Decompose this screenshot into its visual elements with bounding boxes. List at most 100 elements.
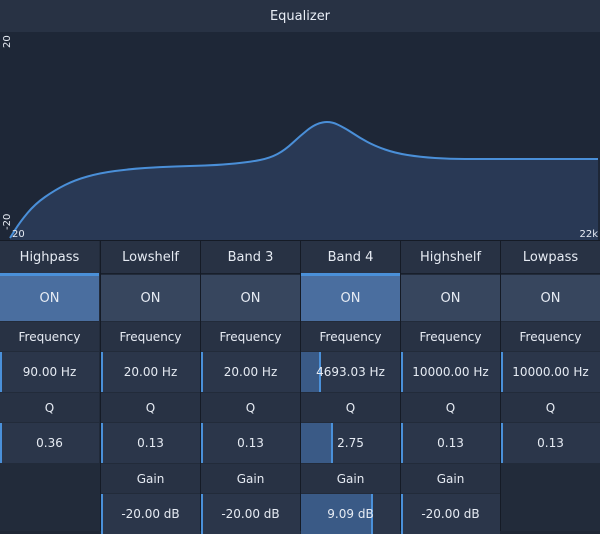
band-controls-grid: Highpass ON Frequency 90.00 Hz Q 0.36 Lowshelf…	[0, 241, 600, 534]
slider-handle[interactable]	[401, 494, 403, 534]
frequency-slider[interactable]: 20.00 Hz	[101, 352, 200, 392]
slider-handle[interactable]	[101, 352, 103, 392]
slider-value: -20.00 dB	[421, 507, 480, 521]
slider-handle[interactable]	[0, 423, 2, 463]
toggle-label: ON	[240, 290, 261, 306]
band-column: Band 3 ON Frequency 20.00 Hz Q 0.13 Gain -20.00…	[201, 241, 300, 534]
slider-value: 0.13	[137, 436, 164, 450]
band-name: Lowshelf	[101, 241, 200, 274]
slider-handle[interactable]	[331, 423, 333, 463]
slider-value: 10000.00 Hz	[512, 365, 589, 379]
x-min-label: 20	[12, 229, 25, 240]
frequency-label: Frequency	[501, 322, 600, 351]
slider-handle[interactable]	[501, 423, 503, 463]
window-title: Equalizer	[0, 0, 600, 33]
band-name: Lowpass	[501, 241, 600, 274]
column-divider	[400, 241, 401, 531]
column-divider	[500, 241, 501, 531]
slider-value: 9.09 dB	[327, 507, 374, 521]
band-name: Band 3	[201, 241, 300, 274]
frequency-slider[interactable]: 4693.03 Hz	[301, 352, 400, 392]
frequency-label: Frequency	[201, 322, 300, 351]
q-label: Q	[301, 393, 400, 422]
slider-handle[interactable]	[201, 352, 203, 392]
band-enable-toggle[interactable]: ON	[501, 275, 600, 321]
q-slider[interactable]: 0.36	[0, 423, 99, 463]
band-column: Band 4 ON Frequency 4693.03 Hz Q 2.75 Gain 9.09…	[301, 241, 400, 534]
empty-cell	[501, 464, 600, 493]
frequency-slider[interactable]: 10000.00 Hz	[401, 352, 500, 392]
empty-cell	[501, 494, 600, 531]
band-name: Highshelf	[401, 241, 500, 274]
slider-value: 0.13	[237, 436, 264, 450]
y-min-label: -20	[2, 213, 13, 230]
q-slider[interactable]: 0.13	[101, 423, 200, 463]
slider-value: -20.00 dB	[221, 507, 280, 521]
gain-slider[interactable]: -20.00 dB	[201, 494, 300, 534]
slider-value: 20.00 Hz	[223, 365, 278, 379]
band-enable-toggle[interactable]: ON	[301, 273, 400, 321]
slider-value: 0.13	[437, 436, 464, 450]
gain-label: Gain	[401, 464, 500, 493]
toggle-label: ON	[140, 290, 161, 306]
empty-cell	[0, 464, 99, 493]
frequency-slider[interactable]: 20.00 Hz	[201, 352, 300, 392]
q-slider[interactable]: 0.13	[401, 423, 500, 463]
toggle-label: ON	[340, 290, 361, 306]
q-slider[interactable]: 0.13	[501, 423, 600, 463]
slider-value: 90.00 Hz	[22, 365, 77, 379]
q-label: Q	[101, 393, 200, 422]
band-column: Lowpass ON Frequency 10000.00 Hz Q 0.13	[501, 241, 600, 531]
empty-cell	[0, 494, 99, 531]
gain-slider[interactable]: 9.09 dB	[301, 494, 400, 534]
frequency-slider[interactable]: 90.00 Hz	[0, 352, 99, 392]
slider-handle[interactable]	[201, 423, 203, 463]
column-divider	[300, 241, 301, 531]
frequency-label: Frequency	[401, 322, 500, 351]
frequency-label: Frequency	[0, 322, 99, 351]
band-enable-toggle[interactable]: ON	[401, 275, 500, 321]
band-column: Highpass ON Frequency 90.00 Hz Q 0.36	[0, 241, 99, 531]
band-enable-toggle[interactable]: ON	[101, 275, 200, 321]
eq-curve-fill	[10, 122, 598, 240]
slider-value: -20.00 dB	[121, 507, 180, 521]
band-name: Band 4	[301, 241, 400, 274]
band-enable-toggle[interactable]: ON	[0, 273, 99, 321]
eq-curve-svg	[9, 121, 598, 240]
slider-handle[interactable]	[101, 423, 103, 463]
slider-value: 4693.03 Hz	[316, 365, 385, 379]
slider-value: 0.36	[36, 436, 63, 450]
toggle-label: ON	[540, 290, 561, 306]
slider-value: 10000.00 Hz	[412, 365, 489, 379]
slider-handle[interactable]	[101, 494, 103, 534]
x-max-label: 22k	[579, 229, 598, 240]
frequency-slider[interactable]: 10000.00 Hz	[501, 352, 600, 392]
gain-label: Gain	[101, 464, 200, 493]
slider-handle[interactable]	[501, 352, 503, 392]
active-indicator	[0, 273, 99, 276]
q-slider[interactable]: 0.13	[201, 423, 300, 463]
column-divider	[200, 241, 201, 531]
frequency-label: Frequency	[101, 322, 200, 351]
slider-handle[interactable]	[401, 352, 403, 392]
band-name: Highpass	[0, 241, 99, 274]
band-enable-toggle[interactable]: ON	[201, 275, 300, 321]
slider-handle[interactable]	[0, 352, 2, 392]
q-label: Q	[0, 393, 99, 422]
gain-label: Gain	[201, 464, 300, 493]
q-label: Q	[401, 393, 500, 422]
band-column: Highshelf ON Frequency 10000.00 Hz Q 0.13 Gain…	[401, 241, 500, 534]
toggle-label: ON	[440, 290, 461, 306]
column-divider	[100, 241, 101, 531]
gain-slider[interactable]: -20.00 dB	[401, 494, 500, 534]
slider-handle[interactable]	[201, 494, 203, 534]
q-label: Q	[501, 393, 600, 422]
slider-handle[interactable]	[401, 423, 403, 463]
gain-slider[interactable]: -20.00 dB	[101, 494, 200, 534]
eq-response-graph[interactable]: 20 -20 20 22k	[0, 32, 600, 241]
active-indicator	[301, 273, 400, 276]
q-label: Q	[201, 393, 300, 422]
slider-value: 20.00 Hz	[123, 365, 178, 379]
gain-label: Gain	[301, 464, 400, 493]
q-slider[interactable]: 2.75	[301, 423, 400, 463]
